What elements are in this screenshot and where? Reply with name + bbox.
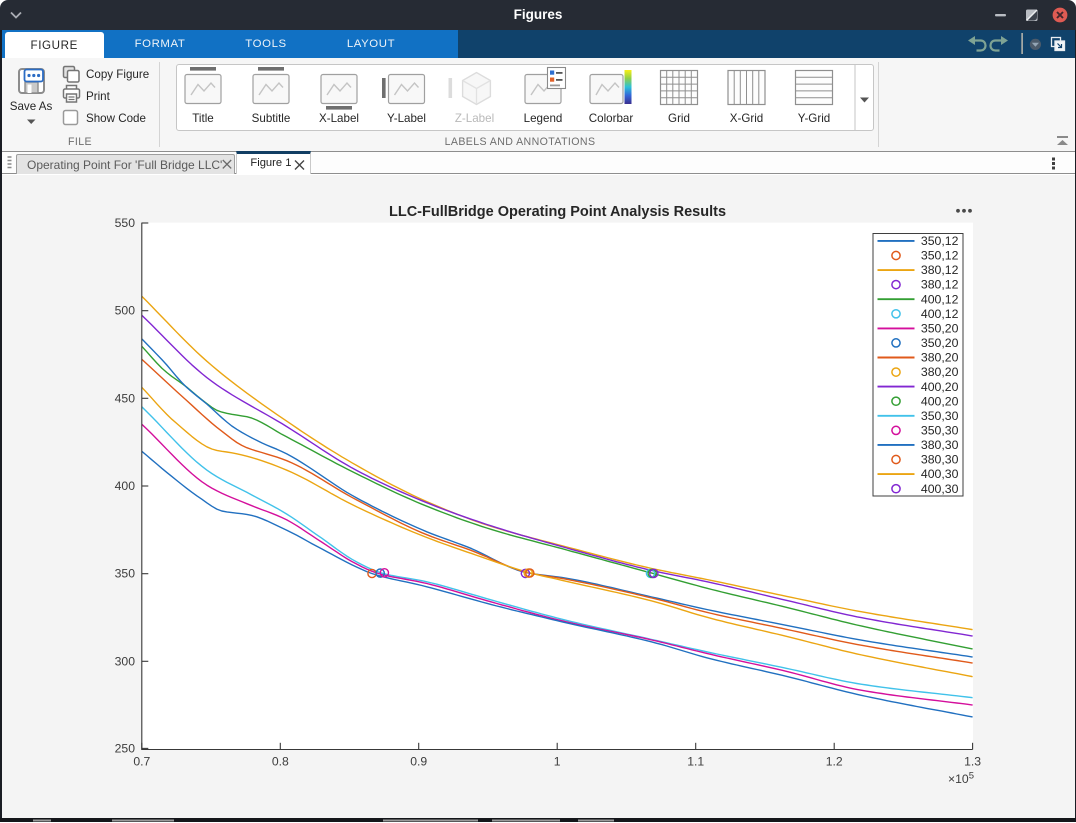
svg-text:550: 550: [115, 216, 136, 230]
svg-text:400,20: 400,20: [921, 394, 959, 408]
svg-text:LLC-FullBridge Operating Point: LLC-FullBridge Operating Point Analysis …: [389, 204, 726, 220]
svg-text:1.2: 1.2: [826, 755, 843, 769]
svg-text:0.7: 0.7: [133, 755, 150, 769]
svg-text:350,20: 350,20: [921, 336, 959, 350]
svg-text:0.8: 0.8: [272, 755, 289, 769]
svg-text:400,20: 400,20: [921, 380, 959, 394]
svg-text:380,30: 380,30: [921, 453, 959, 467]
svg-text:350: 350: [115, 567, 136, 581]
svg-text:350,12: 350,12: [921, 234, 959, 248]
svg-text:350,20: 350,20: [921, 322, 959, 336]
svg-text:380,12: 380,12: [921, 263, 959, 277]
svg-text:380,20: 380,20: [921, 351, 959, 365]
svg-text:1.3: 1.3: [964, 755, 981, 769]
svg-text:1.1: 1.1: [687, 755, 704, 769]
svg-text:0.9: 0.9: [410, 755, 427, 769]
svg-text:380,20: 380,20: [921, 365, 959, 379]
svg-text:×105: ×105: [948, 771, 974, 787]
svg-text:500: 500: [115, 304, 136, 318]
svg-text:350,30: 350,30: [921, 424, 959, 438]
svg-text:380,30: 380,30: [921, 438, 959, 452]
svg-text:1: 1: [554, 755, 561, 769]
svg-text:300: 300: [115, 654, 136, 668]
svg-text:400: 400: [115, 479, 136, 493]
svg-text:400,12: 400,12: [921, 292, 959, 306]
svg-text:380,12: 380,12: [921, 278, 959, 292]
svg-text:450: 450: [115, 391, 136, 405]
svg-text:400,12: 400,12: [921, 307, 959, 321]
svg-text:350,12: 350,12: [921, 249, 959, 263]
svg-text:250: 250: [115, 741, 136, 755]
svg-text:400,30: 400,30: [921, 482, 959, 496]
svg-text:350,30: 350,30: [921, 409, 959, 423]
svg-text:400,30: 400,30: [921, 467, 959, 481]
